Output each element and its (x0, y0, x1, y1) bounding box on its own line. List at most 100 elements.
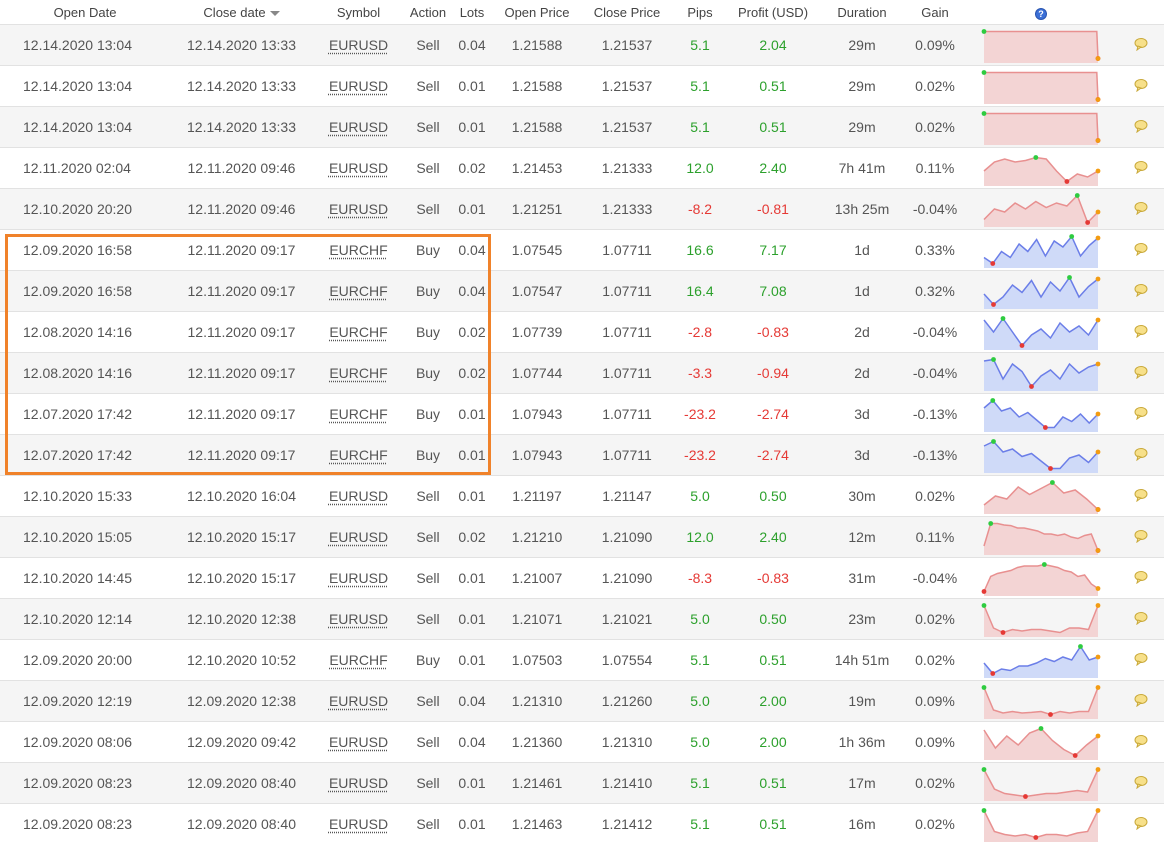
symbol-link[interactable]: EURCHF (329, 406, 387, 422)
comment-icon[interactable] (1134, 365, 1148, 379)
comment-icon[interactable] (1134, 529, 1148, 543)
open-price-cell: 1.21210 (511, 529, 563, 545)
table-row[interactable]: 12.10.2020 12:14 12.10.2020 12:38 EURUSD Se… (0, 598, 1164, 640)
table-row[interactable]: 12.07.2020 17:42 12.11.2020 09:17 EURCHF Bu… (0, 393, 1164, 435)
table-row[interactable]: 12.10.2020 15:05 12.10.2020 15:17 EURUSD Se… (0, 516, 1164, 558)
sparkline-last-marker (1095, 603, 1101, 608)
table-row[interactable]: 12.14.2020 13:04 12.14.2020 13:33 EURUSD Se… (0, 106, 1164, 148)
comment-icon[interactable] (1134, 160, 1148, 174)
comment-icon[interactable] (1134, 242, 1148, 256)
col-duration[interactable]: Duration (818, 0, 906, 25)
sparkline-low-marker (1072, 753, 1078, 758)
col-close-date[interactable]: Close date (170, 0, 313, 25)
col-lots[interactable]: Lots (452, 0, 492, 25)
symbol-link[interactable]: EURUSD (329, 160, 388, 176)
symbol-link[interactable]: EURCHF (329, 365, 387, 381)
symbol-link[interactable]: EURUSD (329, 734, 388, 750)
comment-icon[interactable] (1134, 570, 1148, 584)
comment-cell (1118, 804, 1164, 845)
lots-cell: 0.02 (458, 365, 486, 381)
profit-cell: 2.04 (759, 37, 787, 53)
comment-icon[interactable] (1134, 406, 1148, 420)
symbol-link[interactable]: EURCHF (329, 652, 387, 668)
comment-icon[interactable] (1134, 488, 1148, 502)
duration-cell: 16m (848, 816, 876, 833)
table-row[interactable]: 12.10.2020 14:45 12.10.2020 15:17 EURUSD Se… (0, 557, 1164, 599)
close-date-cell: 12.10.2020 10:52 (187, 652, 296, 668)
close-date-cell: 12.11.2020 09:46 (187, 201, 296, 217)
table-row[interactable]: 12.09.2020 16:58 12.11.2020 09:17 EURCHF Bu… (0, 270, 1164, 312)
symbol-link[interactable]: EURUSD (329, 201, 388, 217)
help-icon[interactable]: ? (1036, 8, 1046, 19)
col-pips[interactable]: Pips (672, 0, 728, 25)
symbol-link[interactable]: EURCHF (329, 242, 387, 258)
sparkline-high-marker (1067, 275, 1072, 280)
symbol-link[interactable]: EURUSD (329, 816, 388, 832)
table-row[interactable]: 12.14.2020 13:04 12.14.2020 13:33 EURUSD Se… (0, 65, 1164, 107)
symbol-cell: EURUSD (313, 25, 404, 66)
sparkline-area (984, 769, 1098, 801)
table-row[interactable]: 12.07.2020 17:42 12.11.2020 09:17 EURCHF Bu… (0, 434, 1164, 476)
col-close-price[interactable]: Close Price (582, 0, 672, 25)
comment-icon[interactable] (1134, 611, 1148, 625)
comment-cell (1118, 435, 1164, 476)
symbol-link[interactable]: EURUSD (329, 775, 388, 791)
comment-icon[interactable] (1134, 652, 1148, 666)
comment-icon[interactable] (1134, 447, 1148, 461)
table-row[interactable]: 12.09.2020 16:58 12.11.2020 09:17 EURCHF Bu… (0, 229, 1164, 271)
comment-icon[interactable] (1134, 775, 1148, 789)
profit-cell: -0.81 (757, 201, 789, 217)
sparkline-last-marker (1095, 449, 1101, 455)
comment-icon[interactable] (1134, 78, 1148, 92)
open-date-cell: 12.14.2020 13:04 (23, 37, 132, 53)
col-open-date[interactable]: Open Date (0, 0, 170, 25)
table-row[interactable]: 12.10.2020 20:20 12.11.2020 09:46 EURUSD Se… (0, 188, 1164, 230)
sort-desc-icon[interactable] (269, 10, 280, 16)
close-date-cell: 12.09.2020 08:40 (187, 775, 296, 791)
close-price-cell: 1.21260 (601, 693, 653, 709)
comment-icon[interactable] (1134, 816, 1148, 830)
col-action[interactable]: Action (404, 0, 452, 25)
col-gain[interactable]: Gain (906, 0, 964, 25)
symbol-link[interactable]: EURUSD (329, 693, 388, 709)
symbol-link[interactable]: EURCHF (329, 447, 387, 463)
sparkline-area (984, 277, 1098, 309)
col-open-price[interactable]: Open Price (492, 0, 582, 25)
comment-icon[interactable] (1134, 119, 1148, 133)
symbol-link[interactable]: EURUSD (329, 570, 388, 586)
table-row[interactable]: 12.14.2020 13:04 12.14.2020 13:33 EURUSD Se… (0, 24, 1164, 66)
symbol-link[interactable]: EURUSD (329, 488, 388, 504)
symbol-link[interactable]: EURCHF (329, 324, 387, 340)
col-symbol[interactable]: Symbol (313, 0, 404, 25)
action-cell: Sell (416, 160, 440, 176)
symbol-link[interactable]: EURUSD (329, 611, 388, 627)
comment-icon[interactable] (1134, 201, 1148, 215)
sparkline-area (984, 400, 1098, 432)
symbol-link[interactable]: EURUSD (329, 78, 388, 94)
trade-sparkline (981, 808, 1101, 843)
symbol-link[interactable]: EURUSD (329, 37, 388, 53)
comment-icon[interactable] (1134, 283, 1148, 297)
profit-cell: -0.94 (757, 365, 789, 381)
comment-icon[interactable] (1134, 37, 1148, 51)
table-row[interactable]: 12.08.2020 14:16 12.11.2020 09:17 EURCHF Bu… (0, 352, 1164, 394)
table-row[interactable]: 12.09.2020 08:23 12.09.2020 08:40 EURUSD Se… (0, 762, 1164, 804)
symbol-link[interactable]: EURCHF (329, 283, 387, 299)
table-row[interactable]: 12.09.2020 08:06 12.09.2020 09:42 EURUSD Se… (0, 721, 1164, 763)
table-row[interactable]: 12.11.2020 02:04 12.11.2020 09:46 EURUSD Se… (0, 147, 1164, 189)
comment-icon[interactable] (1134, 734, 1148, 748)
table-row[interactable]: 12.08.2020 14:16 12.11.2020 09:17 EURCHF Bu… (0, 311, 1164, 353)
table-row[interactable]: 12.10.2020 15:33 12.10.2020 16:04 EURUSD Se… (0, 475, 1164, 517)
comment-icon[interactable] (1134, 324, 1148, 338)
table-row[interactable]: 12.09.2020 12:19 12.09.2020 12:38 EURUSD Se… (0, 680, 1164, 722)
duration-cell: 3d (854, 447, 870, 463)
symbol-link[interactable]: EURUSD (329, 529, 388, 545)
table-row[interactable]: 12.09.2020 20:00 12.10.2020 10:52 EURCHF Bu… (0, 639, 1164, 681)
symbol-link[interactable]: EURUSD (329, 119, 388, 135)
comment-icon[interactable] (1134, 693, 1148, 707)
action-cell: Sell (416, 693, 440, 709)
table-row[interactable]: 12.09.2020 08:23 12.09.2020 08:40 EURUSD Se… (0, 803, 1164, 845)
gain-cell: 0.32% (915, 283, 955, 299)
symbol-cell: EURUSD (313, 722, 404, 763)
col-profit[interactable]: Profit (USD) (728, 0, 818, 25)
